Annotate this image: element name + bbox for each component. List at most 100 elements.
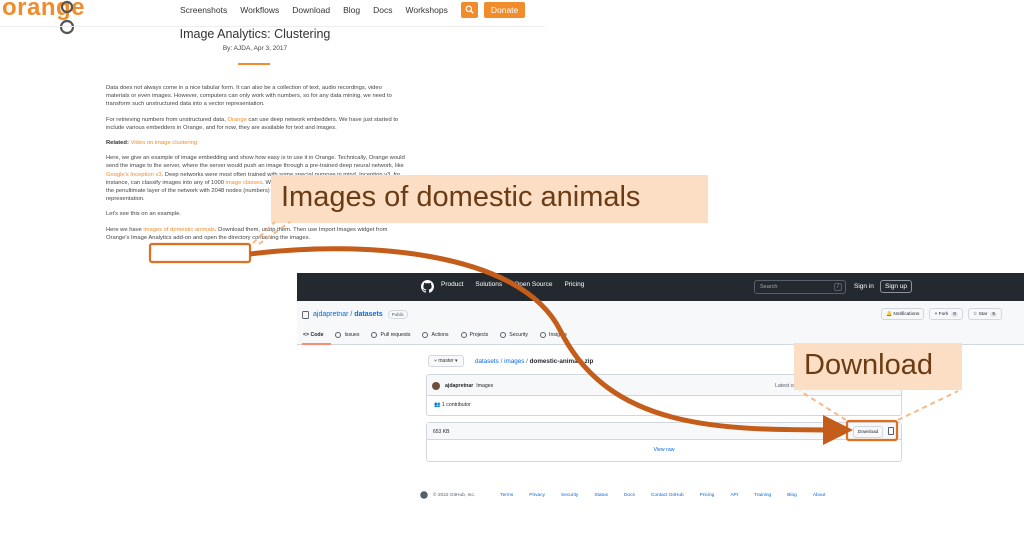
paragraph-intro: Data does not always come in a nice tabu… [106, 85, 392, 108]
github-header: Product Solutions Open Source Pricing Se… [297, 273, 1024, 301]
callout-domestic-animals: Images of domestic animals [271, 175, 708, 223]
commit-message[interactable]: Images [476, 383, 493, 389]
notifications-button[interactable]: 🔔 Notifications [881, 308, 925, 320]
github-footer: © 2022 GitHub, Inc. Terms Privacy Securi… [420, 491, 900, 499]
image-classes-link[interactable]: image classes [226, 180, 263, 186]
fork-count: 8 [951, 311, 958, 317]
footer-copyright: © 2022 GitHub, Inc. [433, 492, 476, 498]
tab-label: Pull requests [380, 332, 411, 338]
trash-icon[interactable] [888, 427, 894, 435]
search-placeholder: Search [760, 284, 778, 290]
repo-owner-link[interactable]: ajdapretnar [313, 311, 348, 318]
fork-label: Fork [938, 311, 949, 317]
footer-contact[interactable]: Contact GitHub [651, 493, 684, 498]
repo-title: ajdapretnar / datasets Public [302, 310, 408, 319]
menu-product[interactable]: Product [441, 281, 463, 288]
post-byline: By: AJDA, Apr 3, 2017 [222, 45, 288, 52]
nav-workflows[interactable]: Workflows [240, 5, 279, 15]
text: Here, we give an example of image embedd… [106, 155, 405, 170]
repo-icon [302, 310, 309, 319]
menu-open-source[interactable]: Open Source [514, 281, 552, 288]
nav-blog[interactable]: Blog [343, 5, 360, 15]
contributors-count[interactable]: 1 contributor [442, 402, 471, 408]
download-button[interactable]: Download [853, 426, 883, 438]
visibility-badge: Public [387, 310, 408, 319]
paragraph-domestic-animals: Here we have images of domestic animals.… [106, 226, 406, 242]
callout-download: Download [794, 343, 962, 390]
tab-label: Security [509, 332, 528, 338]
tab-label: Insights [549, 332, 567, 338]
chevron-down-icon: ▾ [453, 358, 458, 364]
tab-label: Issues [344, 332, 360, 338]
github-logo-icon[interactable] [421, 280, 434, 293]
file-box: 653 KB Download View raw [426, 422, 902, 462]
footer-about[interactable]: About [813, 493, 826, 498]
footer-api[interactable]: API [730, 493, 738, 498]
tab-code[interactable]: <> Code [303, 332, 323, 338]
inception-link[interactable]: Google's Inception v3 [106, 172, 162, 178]
nav-screenshots[interactable]: Screenshots [180, 5, 227, 15]
repo-actions: 🔔 Notifications ⑂ Fork 8 ☆ Star 5 [881, 308, 1007, 320]
file-header: 653 KB Download [427, 423, 901, 440]
footer-docs[interactable]: Docs [624, 493, 635, 498]
shield-icon [500, 332, 507, 338]
nav-docs[interactable]: Docs [373, 5, 392, 15]
donate-button[interactable]: Donate [483, 2, 526, 18]
breadcrumb-file: domestic-animals.zip [529, 358, 594, 365]
fork-button[interactable]: ⑂ Fork 8 [929, 308, 963, 320]
nav-download[interactable]: Download [292, 5, 330, 15]
footer-terms[interactable]: Terms [500, 493, 513, 498]
tab-actions[interactable]: Actions [422, 332, 449, 338]
tab-projects[interactable]: Projects [460, 332, 489, 338]
tab-label: Projects [469, 332, 489, 338]
callout-domestic-animals-text: Images of domestic animals [281, 181, 641, 213]
code-icon: <> [303, 332, 311, 338]
commit-author[interactable]: ajdapretnar [445, 383, 473, 389]
breadcrumb-datasets[interactable]: datasets [475, 358, 499, 365]
view-raw-link[interactable]: View raw [427, 447, 901, 453]
search-button[interactable] [460, 2, 478, 18]
orange-link[interactable]: Orange [227, 117, 246, 123]
github-menu: Product Solutions Open Source Pricing [441, 281, 596, 288]
footer-security[interactable]: Security [561, 493, 578, 498]
paragraph-related: Related: Video on image clustering [106, 139, 406, 147]
related-label: Related: [106, 140, 129, 147]
tab-pull-requests[interactable]: Pull requests [371, 332, 410, 338]
related-video-link[interactable]: Video on image clustering [131, 140, 198, 146]
github-screenshot: Product Solutions Open Source Pricing Se… [297, 273, 1024, 523]
menu-solutions[interactable]: Solutions [475, 281, 502, 288]
commit-info: ajdapretnar Images [445, 383, 493, 389]
signin-link[interactable]: Sign in [854, 283, 874, 290]
tab-label: Code [310, 332, 324, 338]
tab-security[interactable]: Security [500, 332, 528, 338]
menu-pricing[interactable]: Pricing [564, 281, 584, 288]
pull-request-icon [371, 332, 378, 338]
domestic-animals-link[interactable]: images of domestic animals [143, 227, 215, 233]
actions-icon [422, 332, 429, 338]
text: For retrieving numbers from unstructured… [106, 116, 228, 123]
footer-privacy[interactable]: Privacy [529, 493, 545, 498]
text: Here we have [106, 226, 144, 233]
tab-insights[interactable]: Insights [540, 332, 567, 338]
tab-label: Actions [431, 332, 449, 338]
footer-blog[interactable]: Blog [787, 493, 797, 498]
star-button[interactable]: ☆ Star 5 [967, 308, 1003, 320]
branch-select[interactable]: ⑂ master ▾ [428, 355, 464, 367]
repo-name-link[interactable]: datasets [354, 311, 382, 318]
footer-training[interactable]: Training [754, 493, 771, 498]
repo-header: ajdapretnar / datasets Public 🔔 Notifica… [297, 301, 1024, 345]
top-navigation: Screenshots Workflows Download Blog Docs… [180, 2, 526, 18]
avatar[interactable] [432, 382, 440, 390]
graph-icon [540, 332, 546, 338]
nav-workshops[interactable]: Workshops [406, 5, 448, 15]
breadcrumb-images[interactable]: images [504, 358, 524, 365]
signup-button[interactable]: Sign up [880, 280, 913, 293]
article-body: Data does not always come in a nice tabu… [106, 84, 406, 249]
footer-status[interactable]: Status [594, 493, 608, 498]
title-divider [238, 63, 270, 65]
github-search-input[interactable]: Search / [754, 280, 846, 294]
tab-issues[interactable]: Issues [335, 332, 359, 338]
star-label: Star [978, 311, 988, 317]
footer-pricing[interactable]: Pricing [700, 493, 715, 498]
branch-name: master [438, 358, 454, 364]
